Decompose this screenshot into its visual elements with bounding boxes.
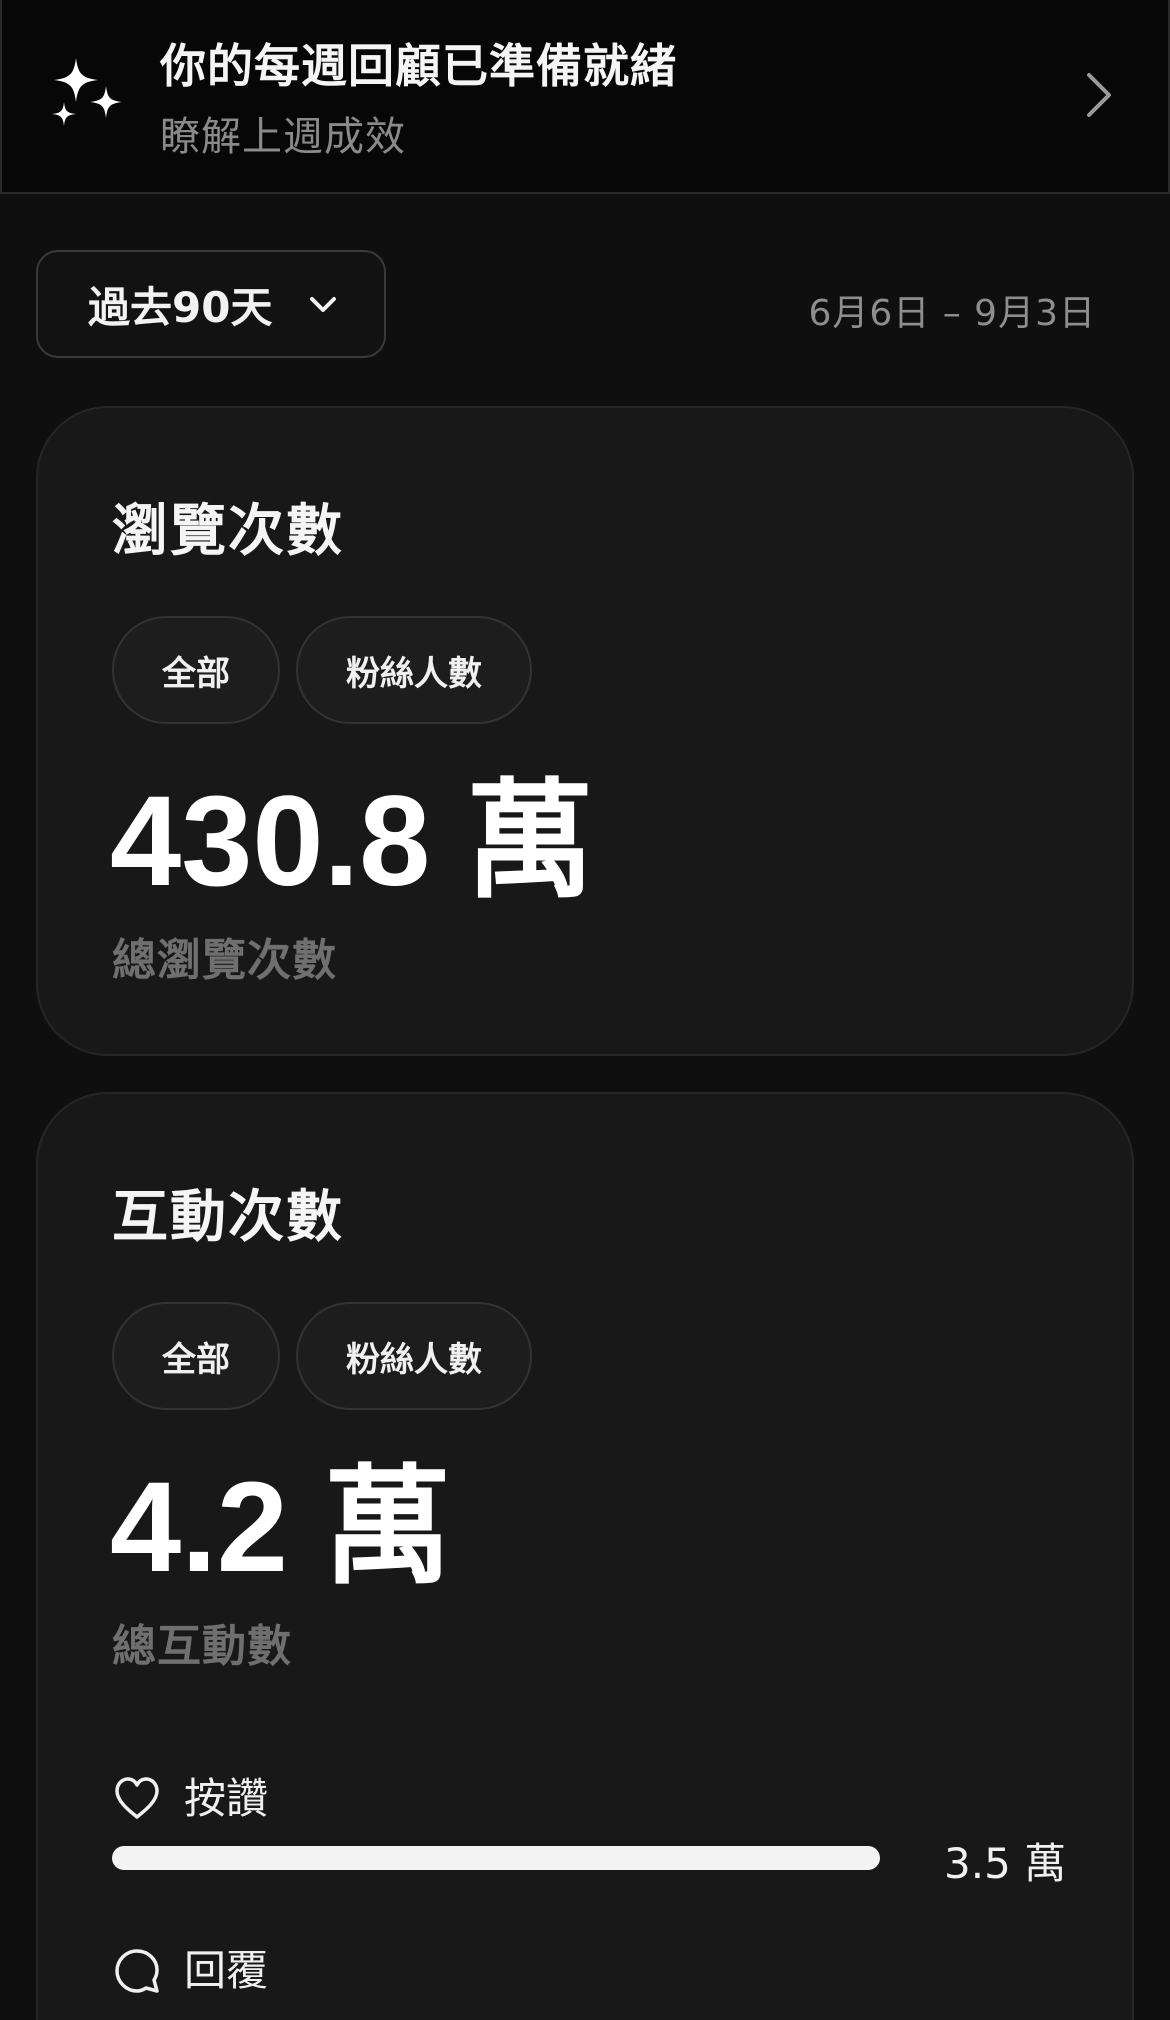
banner-title: 你的每週回顧已準備就緒 [160,39,677,93]
metric-name-likes: 按讚 [184,1774,269,1823]
views-chip-all[interactable]: 全部 [112,616,280,724]
total-views-value: 430.8 萬 [110,770,594,913]
total-interactions-label: 總互動數 [112,1621,292,1672]
likes-bar-track [112,1846,880,1870]
total-interactions-value: 4.2 萬 [110,1456,452,1599]
heart-icon [115,1777,159,1819]
total-views-label: 總瀏覽次數 [112,935,337,986]
date-range-dropdown[interactable]: 過去90天 [36,250,386,358]
banner-subtitle: 瞭解上週成效 [160,114,406,160]
interactions-chip-followers[interactable]: 粉絲人數 [296,1302,532,1410]
views-card-title: 瀏覽次數 [112,499,344,564]
interactions-card: 互動次數 全部 粉絲人數 4.2 萬 總互動數 按讚 3.5 萬 回覆 [36,1092,1134,2020]
metric-value-likes: 3.5 萬 [944,1839,1067,1888]
likes-bar-fill [112,1846,880,1870]
date-range-label: 過去90天 [88,282,273,332]
views-chip-followers[interactable]: 粉絲人數 [296,616,532,724]
interactions-chip-all[interactable]: 全部 [112,1302,280,1410]
weekly-recap-banner[interactable]: 你的每週回顧已準備就緒 瞭解上週成效 [0,0,1170,194]
reply-bubble-icon [115,1949,159,1993]
interactions-card-title: 互動次數 [112,1185,344,1250]
insights-screen: 你的每週回顧已準備就緒 瞭解上週成效 過去90天 6月6日 – 9月3日 瀏覽次… [0,0,1170,2020]
date-range-text: 6月6日 – 9月3日 [808,293,1096,334]
metric-name-replies: 回覆 [184,1946,269,1995]
chevron-right-icon [1087,73,1111,117]
sparkles-icon [52,58,122,126]
chevron-down-icon [310,297,336,312]
views-card: 瀏覽次數 全部 粉絲人數 430.8 萬 總瀏覽次數 [36,406,1134,1056]
